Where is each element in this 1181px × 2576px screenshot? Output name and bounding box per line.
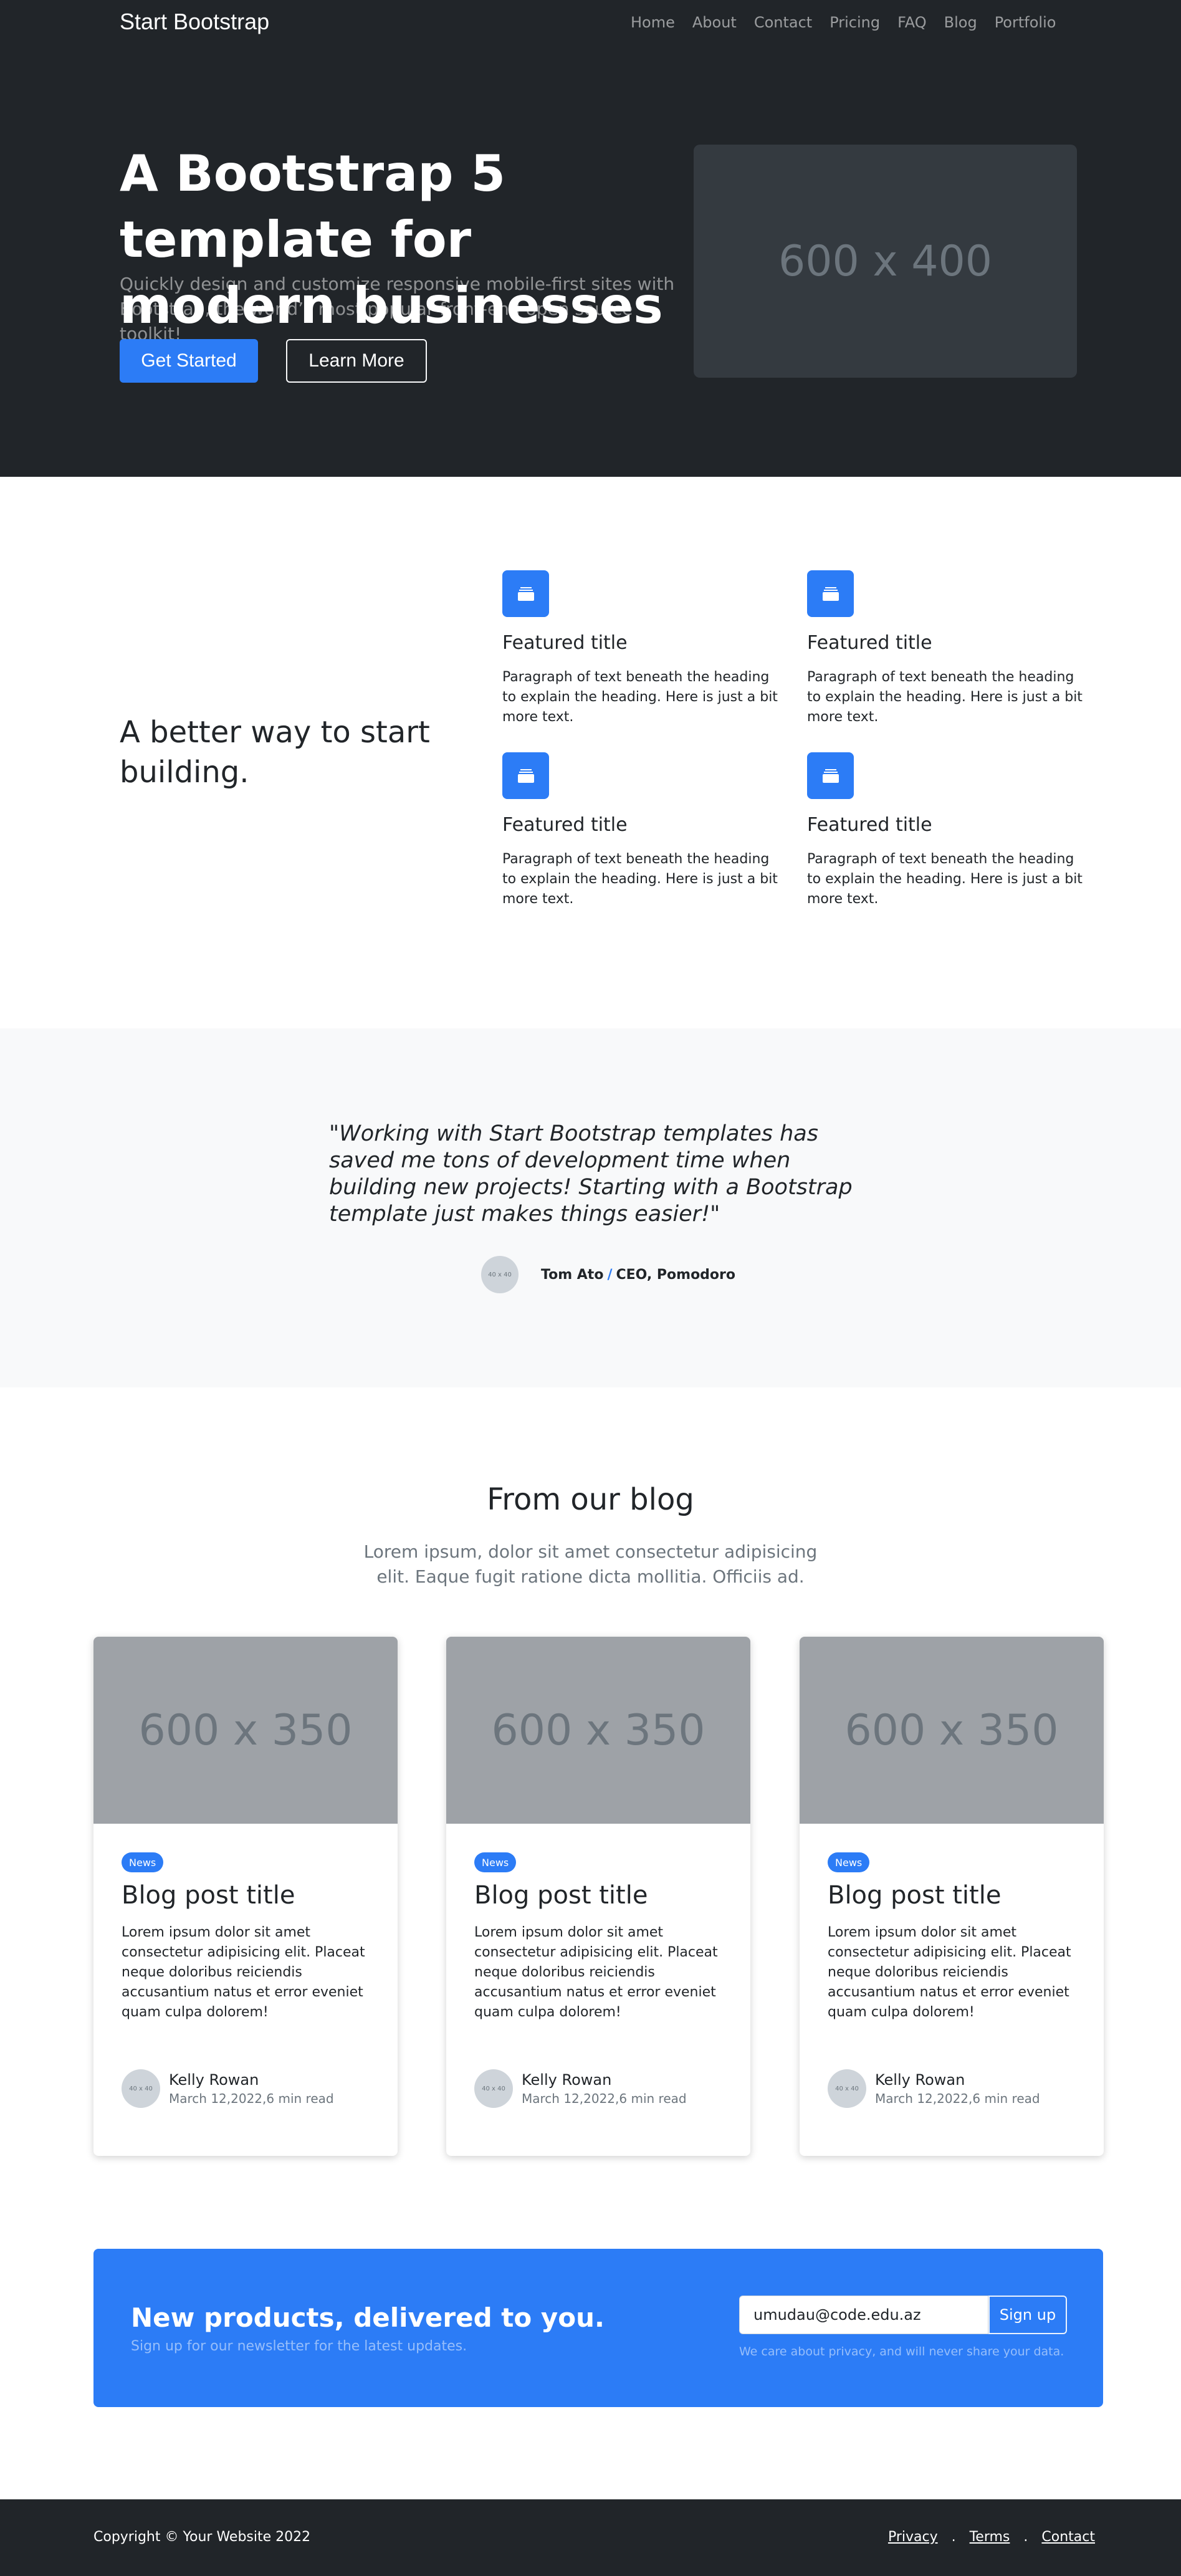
avatar: 40 x 40 <box>481 1256 519 1293</box>
card-author: 40 x 40 Kelly Rowan March 12,2022,6 min … <box>828 2069 1040 2108</box>
footer-link-contact[interactable]: Contact <box>1041 2529 1095 2545</box>
navbar: Start Bootstrap Home About Contact Prici… <box>0 0 1181 47</box>
nav-links: Home About Contact Pricing FAQ Blog Port… <box>631 14 1073 31</box>
feature-text: Paragraph of text beneath the heading to… <box>807 851 1083 907</box>
author-separator: / <box>607 1266 613 1283</box>
card-date: March 12,2022,6 min read <box>875 2091 1040 2106</box>
blog-post-title-link[interactable]: Blog post title <box>122 1881 295 1910</box>
card-text: Lorem ipsum dolor sit amet consectetur a… <box>828 1925 1071 2020</box>
features-heading: A better way to start building. <box>120 715 430 790</box>
blog-post-title-link[interactable]: Blog post title <box>474 1881 648 1910</box>
nav-link-blog[interactable]: Blog <box>944 14 977 31</box>
feature-item: Featured title Paragraph of text beneath… <box>502 570 783 727</box>
card-image-placeholder: 600 x 350 <box>446 1637 750 1824</box>
blog-card[interactable]: 600 x 350 News Blog post title Lorem ips… <box>93 1637 398 2156</box>
collection-icon <box>502 570 549 617</box>
feature-title: Featured title <box>502 814 628 836</box>
card-date: March 12,2022,6 min read <box>522 2091 687 2106</box>
testimonial-quote: "Working with Start Bootstrap templates … <box>329 1121 853 1227</box>
footer-link-privacy[interactable]: Privacy <box>888 2529 938 2545</box>
newsletter-title: New products, delivered to you. <box>131 2302 605 2333</box>
blog-card[interactable]: 600 x 350 News Blog post title Lorem ips… <box>800 1637 1104 2156</box>
avatar: 40 x 40 <box>828 2069 866 2108</box>
card-image-placeholder: 600 x 350 <box>93 1637 398 1824</box>
nav-link-faq[interactable]: FAQ <box>897 14 927 31</box>
card-author: 40 x 40 Kelly Rowan March 12,2022,6 min … <box>122 2069 334 2108</box>
feature-title: Featured title <box>502 632 628 654</box>
collection-icon <box>502 752 549 799</box>
footer-separator: . <box>1023 2529 1028 2545</box>
footer-link-terms[interactable]: Terms <box>970 2529 1010 2545</box>
brand-link[interactable]: Start Bootstrap <box>120 9 269 35</box>
blog-card[interactable]: 600 x 350 News Blog post title Lorem ips… <box>446 1637 750 2156</box>
feature-item: Featured title Paragraph of text beneath… <box>807 752 1088 909</box>
feature-text: Paragraph of text beneath the heading to… <box>807 669 1083 725</box>
newsletter-subtitle: Sign up for our newsletter for the lates… <box>131 2339 467 2354</box>
features-section: A better way to start building. Featured… <box>0 477 1181 1028</box>
nav-link-home[interactable]: Home <box>631 14 675 31</box>
blog-post-title-link[interactable]: Blog post title <box>828 1881 1001 1910</box>
feature-title: Featured title <box>807 632 932 654</box>
author-title: CEO, Pomodoro <box>616 1266 736 1283</box>
card-author-name: Kelly Rowan <box>169 2071 259 2089</box>
email-input[interactable] <box>739 2296 988 2334</box>
footer-separator: . <box>951 2529 956 2545</box>
nav-link-portfolio[interactable]: Portfolio <box>995 14 1056 31</box>
feature-text: Paragraph of text beneath the heading to… <box>502 851 778 907</box>
blog-lead: Lorem ipsum, dolor sit amet consectetur … <box>363 1541 818 1587</box>
card-author-name: Kelly Rowan <box>875 2071 965 2089</box>
card-author: 40 x 40 Kelly Rowan March 12,2022,6 min … <box>474 2069 687 2108</box>
footer: Copyright © Your Website 2022 Privacy . … <box>0 2499 1181 2576</box>
copyright-text: Copyright © Your Website 2022 <box>93 2529 311 2545</box>
collection-icon <box>807 752 854 799</box>
feature-item: Featured title Paragraph of text beneath… <box>807 570 1088 727</box>
news-badge: News <box>474 1852 517 1872</box>
avatar: 40 x 40 <box>474 2069 513 2108</box>
feature-item: Featured title Paragraph of text beneath… <box>502 752 783 909</box>
privacy-note: We care about privacy, and will never sh… <box>739 2345 1064 2358</box>
avatar: 40 x 40 <box>122 2069 160 2108</box>
get-started-button[interactable]: Get Started <box>120 339 258 383</box>
feature-title: Featured title <box>807 814 932 836</box>
nav-link-about[interactable]: About <box>692 14 737 31</box>
card-author-name: Kelly Rowan <box>522 2071 612 2089</box>
news-badge: News <box>828 1852 870 1872</box>
learn-more-button[interactable]: Learn More <box>286 339 427 383</box>
sign-up-button[interactable]: Sign up <box>988 2296 1067 2334</box>
nav-link-contact[interactable]: Contact <box>754 14 812 31</box>
feature-text: Paragraph of text beneath the heading to… <box>502 669 778 725</box>
testimonial-section: "Working with Start Bootstrap templates … <box>0 1028 1181 1387</box>
news-badge: News <box>122 1852 164 1872</box>
card-text: Lorem ipsum dolor sit amet consectetur a… <box>474 1925 718 2020</box>
hero-section: A Bootstrap 5 template for modern busine… <box>0 47 1181 477</box>
blog-title: From our blog <box>487 1482 694 1517</box>
card-date: March 12,2022,6 min read <box>169 2091 334 2106</box>
newsletter-section: New products, delivered to you. Sign up … <box>93 2249 1103 2407</box>
card-text: Lorem ipsum dolor sit amet consectetur a… <box>122 1925 365 2020</box>
testimonial-author: 40 x 40 Tom Ato / CEO, Pomodoro <box>481 1256 735 1293</box>
hero-image-placeholder: 600 x 400 <box>694 145 1077 378</box>
collection-icon <box>807 570 854 617</box>
nav-link-pricing[interactable]: Pricing <box>830 14 880 31</box>
card-image-placeholder: 600 x 350 <box>800 1637 1104 1824</box>
newsletter-form: Sign up <box>739 2296 1067 2334</box>
footer-links: Privacy . Terms . Contact <box>888 2529 1095 2545</box>
author-name: Tom Ato <box>541 1266 604 1283</box>
hero-lead: Quickly design and customize responsive … <box>120 274 675 344</box>
